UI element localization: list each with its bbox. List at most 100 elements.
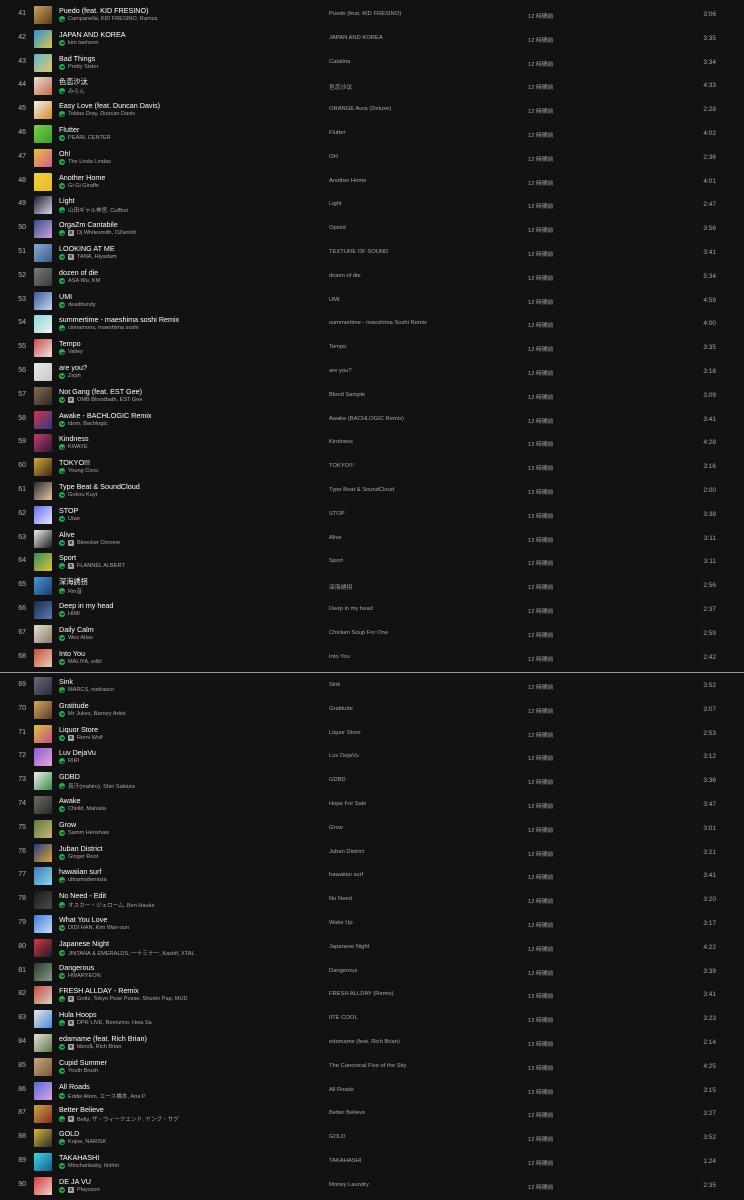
track-album[interactable]: Wake Up: [329, 920, 353, 926]
track-album[interactable]: TEXTURE OF SOUND: [329, 249, 388, 255]
track-artists[interactable]: HWARYEON: [68, 973, 101, 979]
track-title[interactable]: Tempo: [59, 339, 81, 348]
track-artists[interactable]: FLANNEL ALBERT: [77, 563, 125, 569]
track-title[interactable]: Daily Calm: [59, 625, 94, 634]
track-artists[interactable]: 真汗(mahiro), Shin Sakiura: [68, 782, 135, 790]
track-title[interactable]: All Roads: [59, 1082, 90, 1091]
track-album[interactable]: No Need: [329, 896, 352, 902]
track-row[interactable]: 86 All Roads Eddie Atom, エース橋本, Aria P All …: [0, 1079, 744, 1103]
track-album[interactable]: FRESH ALLDAY (Remix): [329, 991, 394, 997]
track-album[interactable]: Alive: [329, 535, 342, 541]
track-row[interactable]: 84 edamame (feat. Rich Brian) Ebbno$, Rich…: [0, 1031, 744, 1055]
track-album[interactable]: dozen of die: [329, 273, 361, 279]
track-title[interactable]: Kindness: [59, 434, 89, 443]
track-artists[interactable]: Wez Atlas: [68, 635, 93, 641]
track-title[interactable]: GDBD: [59, 772, 80, 781]
track-album[interactable]: IITE COOL: [329, 1015, 358, 1021]
track-artists[interactable]: Ginger Root: [68, 854, 98, 860]
track-album[interactable]: Light: [329, 201, 342, 207]
track-title[interactable]: Liquor Store: [59, 725, 98, 734]
track-row[interactable]: 50 OrgaZm Cantabile E Dj Whitesmith, OZworl…: [0, 217, 744, 241]
track-row[interactable]: 45 Easy Love (feat. Duncan Davis) Tobias D…: [0, 98, 744, 122]
track-title[interactable]: Cupid Summer: [59, 1058, 107, 1067]
track-album[interactable]: Better Believe: [329, 1110, 365, 1116]
track-artists[interactable]: Zeph: [68, 373, 81, 379]
track-row[interactable]: 53 UMI deadbundy UMI 12 時間前 4:59: [0, 289, 744, 313]
track-album[interactable]: All Roads: [329, 1087, 354, 1093]
track-album[interactable]: Dangerous: [329, 968, 357, 974]
track-album[interactable]: Catalina: [329, 59, 350, 65]
track-row[interactable]: 68 Into You MALIYA, edbl Into You 12 時間前 2:42: [0, 646, 744, 670]
track-row[interactable]: 79 What You Love DIDI HAN, Kim Wan-sun Wake…: [0, 912, 744, 936]
track-album[interactable]: ORANGE Aura (Deluxe): [329, 106, 391, 112]
track-row[interactable]: 43 Bad Things Pretty Sister Catalina 12 時間前 3…: [0, 51, 744, 75]
track-row[interactable]: 49 Light 山田ギャル神宮, Cuffboi Light 12 時間前 2:47: [0, 193, 744, 217]
track-row[interactable]: 44 色恋沙汰 みらん 色恋沙汰 12 時間前 4:33: [0, 74, 744, 98]
track-artists[interactable]: Dj Whitesmith, OZworld: [77, 230, 136, 236]
track-album[interactable]: Another Home: [329, 178, 366, 184]
track-artists[interactable]: Belly, ザ・ウィークエンド, ヤング・サグ: [77, 1115, 179, 1123]
track-artists[interactable]: idom, Bachlogic: [68, 421, 108, 427]
track-artists[interactable]: Chiiild, Mahalia: [68, 806, 106, 812]
track-row[interactable]: 77 hawaiian surf ultramodernista hawaiian s…: [0, 864, 744, 888]
track-title[interactable]: What You Love: [59, 915, 107, 924]
track-artists[interactable]: Gokou Kuyt: [68, 492, 97, 498]
track-title[interactable]: Light: [59, 196, 75, 205]
track-album[interactable]: Puedo (feat. KID FRESINO): [329, 11, 401, 17]
track-album[interactable]: Oh!: [329, 154, 338, 160]
track-title[interactable]: Awake - BACHLOGIC Remix: [59, 411, 152, 420]
track-title[interactable]: JAPAN AND KOREA: [59, 30, 126, 39]
track-album[interactable]: Flutter: [329, 130, 345, 136]
track-album[interactable]: Awake (BACHLOGIC Remix): [329, 416, 404, 422]
track-row[interactable]: 83 Hula Hoops E DPR LIVE, Beenzino, Hwa Sa I…: [0, 1007, 744, 1031]
track-row[interactable]: 64 Sport E FLANNEL ALBERT Sport 12 時間前 3:11: [0, 550, 744, 574]
track-album[interactable]: JAPAN AND KOREA: [329, 35, 383, 41]
track-row[interactable]: 46 Flutter PEARL CENTER Flutter 12 時間前 4:02: [0, 122, 744, 146]
track-album[interactable]: Hope For Sale: [329, 801, 366, 807]
track-album[interactable]: Luv DejaVu: [329, 753, 359, 759]
track-artists[interactable]: Gi Gi Giraffe: [68, 183, 99, 189]
track-row[interactable]: 74 Awake Chiiild, Mahalia Hope For Sale 12 時…: [0, 793, 744, 817]
track-title[interactable]: GOLD: [59, 1129, 79, 1138]
track-album[interactable]: Money Laundry: [329, 1182, 369, 1188]
track-title[interactable]: Grow: [59, 820, 76, 829]
track-title[interactable]: Another Home: [59, 173, 105, 182]
track-artists[interactable]: DIDI HAN, Kim Wan-sun: [68, 925, 129, 931]
track-title[interactable]: No Need - Edit: [59, 891, 106, 900]
track-album[interactable]: STOP: [329, 511, 345, 517]
track-row[interactable]: 41 Puedo (feat. KID FRESINO) Campanella, K…: [0, 3, 744, 27]
track-title[interactable]: Sink: [59, 677, 73, 686]
track-row[interactable]: 56 are you? Zeph are you? 12 時間前 3:18: [0, 360, 744, 384]
track-row[interactable]: 82 FRESH ALLDAY - Remix E Gottz, Tokyo Pose…: [0, 983, 744, 1007]
track-artists[interactable]: Rin音: [68, 587, 82, 595]
track-album[interactable]: TOKYO!!!: [329, 463, 354, 469]
track-row[interactable]: 63 Alive E Bleecker Chrome Alive 12 時間前 3:11: [0, 527, 744, 551]
track-row[interactable]: 48 Another Home Gi Gi Giraffe Another Home 1…: [0, 170, 744, 194]
track-title[interactable]: UMI: [59, 292, 72, 301]
track-title[interactable]: summertime - maeshima soshi Remix: [59, 315, 179, 324]
track-album[interactable]: 深海誘拐: [329, 582, 352, 591]
track-title[interactable]: TOKYO!!!: [59, 458, 90, 467]
track-row[interactable]: 90 DE JA VU E Playsson Money Laundry 12 時間前 2:…: [0, 1174, 744, 1198]
track-album[interactable]: Opioid: [329, 225, 346, 231]
track-artists[interactable]: Eddie Atom, エース橋本, Aria P: [68, 1092, 146, 1100]
track-row[interactable]: 55 Tempo Valley Tempo 12 時間前 3:35: [0, 336, 744, 360]
track-row[interactable]: 47 Oh! The Linda Lindas Oh! 12 時間前 2:36: [0, 146, 744, 170]
track-row[interactable]: 62 STOP Utae STOP 12 時間前 3:38: [0, 503, 744, 527]
track-row[interactable]: 69 Sink MARCS, niafrasco Sink 12 時間前 3:52: [0, 674, 744, 698]
track-album[interactable]: Tempo: [329, 344, 346, 350]
track-album[interactable]: Kindness: [329, 439, 353, 445]
track-artists[interactable]: OMB Bloodbath, EST Gee: [77, 397, 143, 403]
track-album[interactable]: hawaiian surf: [329, 872, 363, 878]
track-title[interactable]: Into You: [59, 649, 85, 658]
track-album[interactable]: Grow: [329, 825, 343, 831]
track-album[interactable]: Blood Sample: [329, 392, 365, 398]
track-title[interactable]: Gratitude: [59, 701, 89, 710]
track-title[interactable]: Juban District: [59, 844, 103, 853]
track-artists[interactable]: DPR LIVE, Beenzino, Hwa Sa: [77, 1020, 152, 1026]
track-artists[interactable]: Minchanbaby, hirihiri: [68, 1163, 119, 1169]
track-artists[interactable]: Gottz, Tokyo Pose Posse, Shurkn Pap, MUD: [77, 996, 188, 1002]
track-title[interactable]: TAKAHASHI: [59, 1153, 99, 1162]
track-album[interactable]: The Canonical Five of the Sky: [329, 1063, 406, 1069]
track-artists[interactable]: Samm Henshaw: [68, 830, 109, 836]
